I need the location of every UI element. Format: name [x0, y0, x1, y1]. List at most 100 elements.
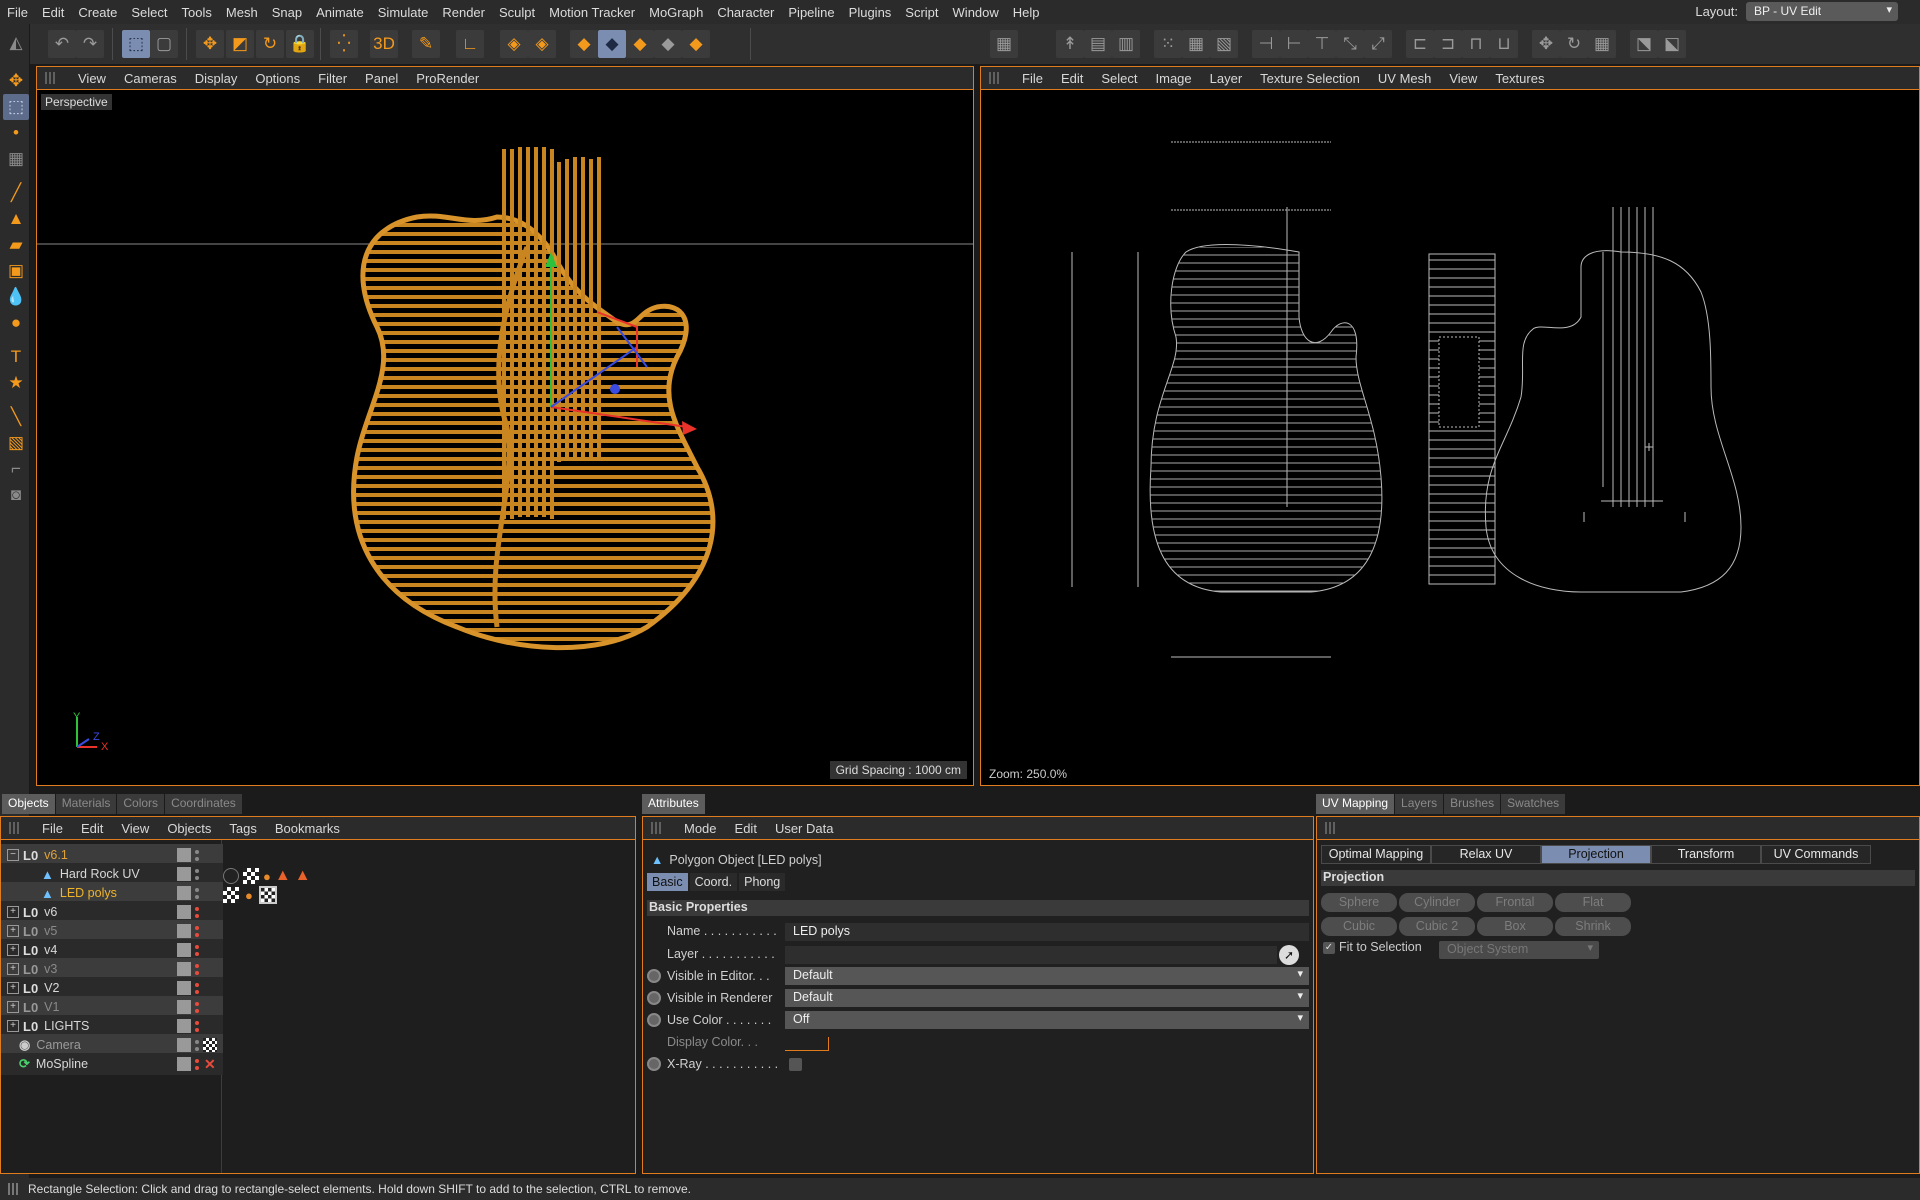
perspective-viewport[interactable]: View Cameras Display Options Filter Pane…	[36, 66, 974, 786]
cylinder-button[interactable]: Cylinder	[1399, 893, 1475, 912]
text-icon[interactable]: T	[3, 344, 29, 370]
cube-outline-icon[interactable]: ▢	[150, 30, 178, 58]
tab-attributes[interactable]: Attributes	[642, 794, 705, 814]
selection-tag-icon[interactable]: ▲	[295, 867, 311, 885]
tab-materials[interactable]: Materials	[55, 794, 117, 814]
render-view-icon[interactable]: ◈	[500, 30, 528, 58]
uv-editor-panel[interactable]: File Edit Select Image Layer Texture Sel…	[980, 66, 1920, 786]
visibility-dots[interactable]	[195, 848, 200, 862]
tab-objects[interactable]: Objects	[2, 794, 55, 814]
distribute-2-icon[interactable]: ⊐	[1434, 30, 1462, 58]
uv-edges-icon[interactable]: ▦	[1182, 30, 1210, 58]
animate-toggle-icon[interactable]	[647, 991, 661, 1005]
undo-icon[interactable]: ↶	[48, 30, 76, 58]
material-tag-icon[interactable]	[223, 868, 239, 884]
menu-sculpt[interactable]: Sculpt	[492, 5, 542, 20]
menu-pipeline[interactable]: Pipeline	[781, 5, 841, 20]
tab-swatches[interactable]: Swatches	[1501, 794, 1566, 814]
objects-menu-objects[interactable]: Objects	[158, 821, 220, 836]
uvw-tag-icon[interactable]	[243, 868, 259, 884]
camera-tag-icon[interactable]	[203, 1038, 217, 1052]
sphere-button[interactable]: Sphere	[1321, 893, 1397, 912]
visibility-dots[interactable]	[195, 981, 200, 995]
align-2-icon[interactable]: ⊢	[1280, 30, 1308, 58]
xray-checkbox[interactable]	[789, 1058, 802, 1071]
uv-points-icon[interactable]: ⁙	[1154, 30, 1182, 58]
menu-mesh[interactable]: Mesh	[219, 5, 265, 20]
menu-character[interactable]: Character	[710, 5, 781, 20]
menu-render[interactable]: Render	[435, 5, 492, 20]
layer-icon[interactable]	[177, 1038, 191, 1052]
cube-grey-icon[interactable]: ◆	[654, 30, 682, 58]
uv-tool-1-icon[interactable]: ↟	[1056, 30, 1084, 58]
uv-transform-2-icon[interactable]: ⬕	[1658, 30, 1686, 58]
name-field[interactable]: LED polys	[785, 923, 1309, 941]
expand-icon[interactable]: +	[7, 1001, 19, 1013]
layer-icon[interactable]	[177, 1000, 191, 1014]
visibility-dots[interactable]	[195, 867, 200, 881]
subtab-coord[interactable]: Coord.	[689, 873, 738, 891]
redo-icon[interactable]: ↷	[76, 30, 104, 58]
cube-primitive-icon[interactable]: ◆	[570, 30, 598, 58]
layer-icon[interactable]	[177, 905, 191, 919]
mirror-2-icon[interactable]: ⤢	[1364, 30, 1392, 58]
pen-icon[interactable]: ╲	[3, 404, 29, 430]
menu-mograph[interactable]: MoGraph	[642, 5, 710, 20]
visibility-dots[interactable]	[195, 1057, 200, 1071]
menu-edit[interactable]: Edit	[35, 5, 71, 20]
subtab-phong[interactable]: Phong	[739, 873, 786, 891]
paint-icon[interactable]: ✎	[412, 30, 440, 58]
uv-move-icon[interactable]: ✥	[1532, 30, 1560, 58]
fit-system-dropdown[interactable]: Object System	[1439, 941, 1599, 959]
rectangle-selection-icon[interactable]: ⬚	[3, 94, 29, 120]
uvw-tag-icon[interactable]	[223, 887, 239, 903]
selection-tag-icon[interactable]: ▲	[275, 867, 291, 885]
menu-tools[interactable]: Tools	[175, 5, 219, 20]
visibility-dots[interactable]	[195, 943, 200, 957]
menu-file[interactable]: File	[0, 5, 35, 20]
points-icon[interactable]: ⁛	[330, 30, 358, 58]
menu-motion-tracker[interactable]: Motion Tracker	[542, 5, 642, 20]
visibility-dots[interactable]	[195, 905, 200, 919]
layer-icon[interactable]	[177, 886, 191, 900]
stamp-icon[interactable]: ▲	[3, 206, 29, 232]
phong-tag-icon[interactable]: ●	[263, 869, 271, 884]
stairs-icon[interactable]: ⌐	[3, 456, 29, 482]
axis-icon[interactable]: ∟	[456, 30, 484, 58]
subtab-transform[interactable]: Transform	[1651, 845, 1761, 864]
subtab-uv-commands[interactable]: UV Commands	[1761, 845, 1871, 864]
layer-icon[interactable]	[177, 867, 191, 881]
attributes-menu-user-data[interactable]: User Data	[766, 821, 843, 836]
selection-tool-icon[interactable]: ⬚	[122, 30, 150, 58]
menu-create[interactable]: Create	[71, 5, 124, 20]
layout-dropdown[interactable]: BP - UV Edit	[1746, 2, 1898, 21]
checkerboard-icon[interactable]: ▦	[990, 30, 1018, 58]
visible-renderer-dropdown[interactable]: Default	[785, 989, 1309, 1007]
objects-menu-file[interactable]: File	[33, 821, 72, 836]
subtab-relax-uv[interactable]: Relax UV	[1431, 845, 1541, 864]
expand-icon[interactable]: +	[7, 963, 19, 975]
cube-active-icon[interactable]: ◆	[598, 30, 626, 58]
objects-menu-view[interactable]: View	[112, 821, 158, 836]
scale-tool-icon[interactable]: ◩	[226, 30, 254, 58]
attributes-menu-mode[interactable]: Mode	[675, 821, 726, 836]
circle-frame-icon[interactable]: ◙	[3, 482, 29, 508]
uv-rotate-icon[interactable]: ↻	[1560, 30, 1588, 58]
3d-icon[interactable]: 3D	[370, 30, 398, 58]
objects-menu-edit[interactable]: Edit	[72, 821, 112, 836]
fill-icon[interactable]: 💧	[3, 284, 29, 310]
brush-icon[interactable]: ╱	[3, 180, 29, 206]
gradient-icon[interactable]: ▣	[3, 258, 29, 284]
box-button[interactable]: Box	[1477, 917, 1553, 936]
expand-icon[interactable]: +	[7, 1020, 19, 1032]
menu-simulate[interactable]: Simulate	[371, 5, 436, 20]
cubic-button[interactable]: Cubic	[1321, 917, 1397, 936]
tab-layers[interactable]: Layers	[1395, 794, 1444, 814]
render-settings-icon[interactable]: ◈	[528, 30, 556, 58]
lock-icon[interactable]: 🔒	[286, 30, 314, 58]
display-color-swatch[interactable]	[785, 1037, 829, 1051]
expand-icon[interactable]: +	[7, 925, 19, 937]
menu-plugins[interactable]: Plugins	[842, 5, 899, 20]
star-icon[interactable]: ★	[3, 370, 29, 396]
visible-editor-dropdown[interactable]: Default	[785, 967, 1309, 985]
